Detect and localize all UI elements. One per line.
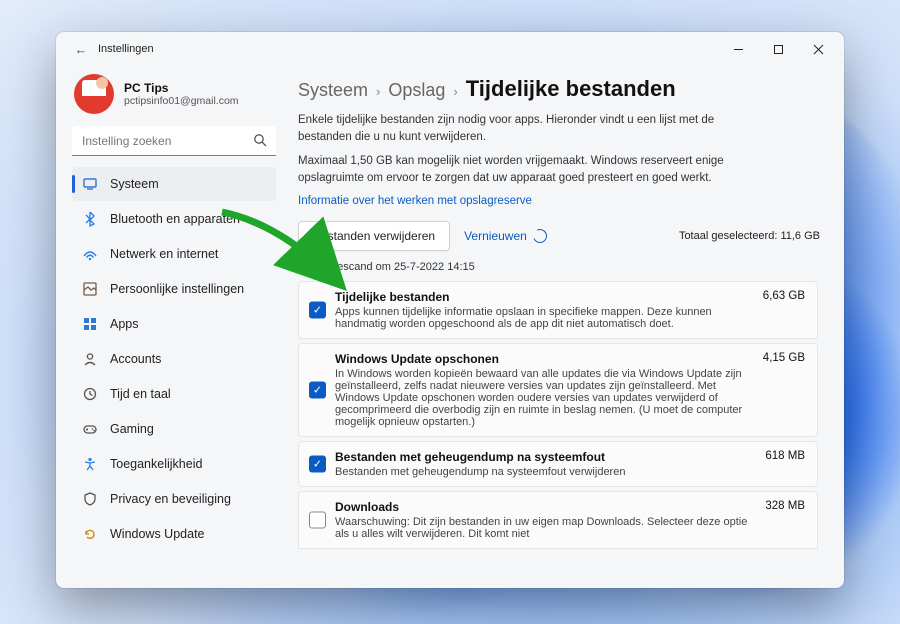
temp-file-item[interactable]: ✓ Windows Update opschonen 4,15 GB In Windo… [298, 343, 818, 437]
temp-file-item[interactable]: ✓ Bestanden met geheugendump na systeemfo… [298, 441, 818, 487]
item-title: Windows Update opschonen [335, 352, 751, 366]
checkbox[interactable]: ✓ [309, 381, 326, 398]
sidebar-item-bluetooth[interactable]: Bluetooth en apparaten [72, 202, 276, 236]
reserve-info-link[interactable]: Informatie over het werken met opslagres… [298, 195, 820, 207]
titlebar: ← Instellingen [56, 32, 844, 66]
search-input[interactable] [72, 126, 276, 156]
breadcrumb-current: Tijdelijke bestanden [466, 76, 676, 102]
avatar [74, 74, 114, 114]
sidebar-item-label: Tijd en taal [110, 387, 171, 401]
minimize-button[interactable] [718, 35, 758, 63]
sidebar-item-time[interactable]: Tijd en taal [72, 377, 276, 411]
desktop-wallpaper: ← Instellingen PC Tips pctipsinfo01@gmai… [0, 0, 900, 624]
item-size: 6,63 GB [763, 290, 805, 302]
sidebar-item-privacy[interactable]: Privacy en beveiliging [72, 482, 276, 516]
accounts-icon [82, 351, 98, 367]
close-button[interactable] [798, 35, 838, 63]
gaming-icon [82, 421, 98, 437]
profile-name: PC Tips [124, 81, 239, 95]
profile-email: pctipsinfo01@gmail.com [124, 95, 239, 107]
maximize-button[interactable] [758, 35, 798, 63]
network-icon [82, 246, 98, 262]
sidebar-item-label: Apps [110, 317, 139, 331]
sidebar-item-label: Accounts [110, 352, 161, 366]
breadcrumb-storage[interactable]: Opslag [388, 80, 445, 101]
search-icon [253, 133, 268, 153]
chevron-right-icon: › [453, 84, 457, 99]
bluetooth-icon [82, 211, 98, 227]
sidebar-item-network[interactable]: Netwerk en internet [72, 237, 276, 271]
privacy-icon [82, 491, 98, 507]
access-icon [82, 456, 98, 472]
item-description: Waarschuwing: Dit zijn bestanden in uw e… [335, 516, 751, 540]
temp-files-list: ✓ Tijdelijke bestanden 6,63 GB Apps kunnen … [298, 281, 820, 588]
item-title: Bestanden met geheugendump na systeemfou… [335, 450, 751, 464]
sidebar-item-label: Privacy en beveiliging [110, 492, 231, 506]
checkbox[interactable] [309, 511, 326, 528]
sidebar-item-label: Systeem [110, 177, 159, 191]
update-icon [82, 526, 98, 542]
main-content: Systeem › Opslag › Tijdelijke bestanden … [284, 66, 844, 588]
item-size: 618 MB [765, 450, 805, 462]
refresh-button[interactable]: Vernieuwen [464, 229, 547, 243]
sidebar-item-update[interactable]: Windows Update [72, 517, 276, 551]
refresh-icon [531, 227, 549, 245]
item-size: 4,15 GB [763, 352, 805, 364]
action-row: Bestanden verwijderen Vernieuwen Totaal … [298, 221, 820, 251]
sidebar-item-label: Persoonlijke instellingen [110, 282, 244, 296]
item-title: Tijdelijke bestanden [335, 290, 751, 304]
item-title: Downloads [335, 500, 751, 514]
delete-files-button[interactable]: Bestanden verwijderen [298, 221, 450, 251]
sidebar-item-accounts[interactable]: Accounts [72, 342, 276, 376]
sidebar-item-label: Gaming [110, 422, 154, 436]
sidebar-item-apps[interactable]: Apps [72, 307, 276, 341]
time-icon [82, 386, 98, 402]
nav-list: Systeem Bluetooth en apparaten Netwerk en … [72, 166, 276, 580]
sidebar-item-access[interactable]: Toegankelijkheid [72, 447, 276, 481]
item-description: Bestanden met geheugendump na systeemfou… [335, 466, 751, 478]
intro-text-2: Maximaal 1,50 GB kan mogelijk niet worde… [298, 153, 768, 186]
apps-icon [82, 316, 98, 332]
item-size: 328 MB [765, 500, 805, 512]
sidebar: PC Tips pctipsinfo01@gmail.com Systeem Bl… [56, 66, 284, 588]
back-button[interactable]: ← [70, 42, 92, 57]
item-description: In Windows worden kopieën bewaard van al… [335, 368, 751, 428]
profile-block[interactable]: PC Tips pctipsinfo01@gmail.com [72, 70, 276, 124]
settings-window: ← Instellingen PC Tips pctipsinfo01@gmai… [56, 32, 844, 588]
breadcrumb-system[interactable]: Systeem [298, 80, 368, 101]
system-icon [82, 176, 98, 192]
sidebar-item-label: Toegankelijkheid [110, 457, 202, 471]
sidebar-item-label: Netwerk en internet [110, 247, 218, 261]
intro-text-1: Enkele tijdelijke bestanden zijn nodig v… [298, 112, 768, 145]
breadcrumb: Systeem › Opslag › Tijdelijke bestanden [298, 76, 820, 102]
search-box [72, 126, 276, 156]
personal-icon [82, 281, 98, 297]
sidebar-item-label: Windows Update [110, 527, 205, 541]
item-description: Apps kunnen tijdelijke informatie opslaa… [335, 306, 751, 330]
sidebar-item-label: Bluetooth en apparaten [110, 212, 240, 226]
refresh-label: Vernieuwen [464, 229, 527, 243]
sidebar-item-personal[interactable]: Persoonlijke instellingen [72, 272, 276, 306]
checkbox[interactable]: ✓ [309, 455, 326, 472]
sidebar-item-system[interactable]: Systeem [72, 167, 276, 201]
total-selected: Totaal geselecteerd: 11,6 GB [679, 229, 820, 243]
window-title: Instellingen [98, 43, 154, 55]
temp-file-item[interactable]: ✓ Tijdelijke bestanden 6,63 GB Apps kunnen … [298, 281, 818, 339]
last-scanned: Laatst gescand om 25-7-2022 14:15 [298, 261, 820, 273]
temp-file-item[interactable]: Downloads 328 MB Waarschuwing: Dit zijn be… [298, 491, 818, 549]
list-fade [298, 570, 820, 588]
sidebar-item-gaming[interactable]: Gaming [72, 412, 276, 446]
checkbox[interactable]: ✓ [309, 301, 326, 318]
chevron-right-icon: › [376, 84, 380, 99]
